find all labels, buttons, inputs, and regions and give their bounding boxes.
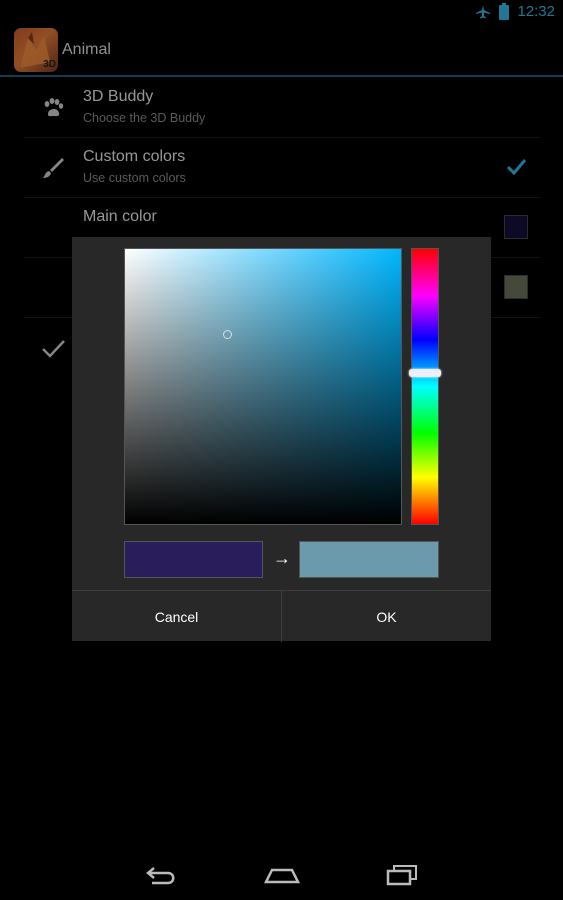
arrow-right-icon: → — [273, 548, 291, 568]
dialog-button-bar: Cancel OK — [72, 590, 491, 642]
recents-icon[interactable] — [382, 860, 422, 890]
ok-button[interactable]: OK — [281, 591, 491, 642]
color-cursor[interactable] — [223, 330, 232, 339]
cancel-button[interactable]: Cancel — [72, 591, 281, 642]
saturation-value-picker[interactable] — [124, 248, 402, 525]
hue-slider-handle[interactable] — [409, 369, 441, 377]
new-color-preview — [299, 541, 439, 578]
old-color-preview — [124, 541, 263, 578]
hue-slider[interactable] — [411, 248, 439, 525]
back-icon[interactable] — [142, 860, 182, 890]
home-icon[interactable] — [262, 860, 302, 890]
navigation-bar — [0, 852, 563, 900]
color-picker-dialog: → Cancel OK — [72, 237, 491, 642]
